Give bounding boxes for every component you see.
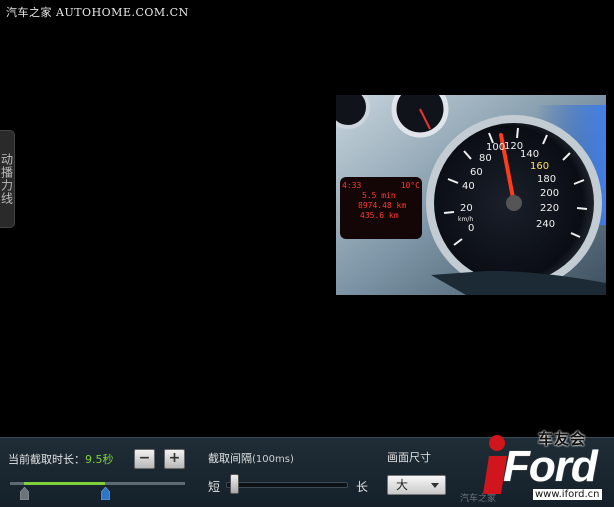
handle-start-icon xyxy=(20,487,29,500)
duration-value: 9.5秒 xyxy=(85,453,114,466)
speedo-tick: 80 xyxy=(479,153,492,164)
clip-range-fill xyxy=(24,482,105,485)
interval-slider-track[interactable] xyxy=(226,482,348,488)
interval-slider-thumb[interactable] xyxy=(229,474,239,494)
frame-size-value: 大 xyxy=(396,478,409,492)
speedo-tick: 140 xyxy=(520,149,540,160)
site-watermark: 汽车之家 AUTOHOME.COM.CN xyxy=(6,6,189,19)
lcd-display: 4:33 10°C 5.5 min 8974.48 km 435.6 km xyxy=(342,181,420,221)
frame-size-select[interactable]: 大 xyxy=(387,475,446,495)
iford-logo: 车友会 Ford www.iford.cn 汽车之家 xyxy=(460,425,614,507)
interval-unit: (100ms) xyxy=(252,454,294,465)
lcd-odometer: 8974.48 km xyxy=(358,201,407,210)
side-tab-label: 动播力线 xyxy=(0,153,14,205)
chevron-down-icon xyxy=(431,483,439,488)
clip-end-handle[interactable] xyxy=(100,487,110,500)
speedo-tick: 240 xyxy=(536,219,556,230)
logo-faint-watermark: 汽车之家 xyxy=(460,494,497,504)
lcd-temp: 10°C xyxy=(400,181,420,190)
interval-label-text: 截取间隔 xyxy=(208,452,252,465)
clip-start-handle[interactable] xyxy=(20,487,29,500)
speedo-tick: 40 xyxy=(462,181,475,192)
speedo-tick: 60 xyxy=(470,167,483,178)
interval-short-label: 短 xyxy=(208,480,221,494)
speedo-tick: 20 xyxy=(460,203,473,214)
logo-main-text: Ford xyxy=(503,442,598,491)
clip-range-track[interactable] xyxy=(10,482,185,485)
speedo-tick: 180 xyxy=(537,174,557,185)
side-tab[interactable]: 动播力线 xyxy=(0,130,15,228)
lcd-clock: 4:33 xyxy=(342,181,362,190)
speed-unit: km/h xyxy=(458,216,474,223)
frame-size-label: 画面尺寸 xyxy=(387,451,431,464)
duration-label-text: 当前截取时长： xyxy=(8,453,85,466)
duration-label: 当前截取时长：9.5秒 xyxy=(8,451,114,467)
speedo-tick: 0 xyxy=(468,223,475,234)
speedo-tick: 160 xyxy=(530,161,550,172)
interval-label: 截取间隔(100ms) xyxy=(208,450,294,466)
video-preview: 0 20 40 60 80 100 120 140 160 180 200 22… xyxy=(336,95,606,295)
lcd-trip: 435.6 km xyxy=(360,211,399,220)
increase-duration-button[interactable]: + xyxy=(164,449,185,469)
decrease-duration-button[interactable]: − xyxy=(134,449,155,469)
logo-url: www.iford.cn xyxy=(533,489,602,500)
speedo-tick: 100 xyxy=(486,142,506,153)
interval-long-label: 长 xyxy=(356,480,369,494)
handle-end-icon xyxy=(100,487,110,500)
speedo-tick: 220 xyxy=(540,203,560,214)
speedo-tick: 200 xyxy=(540,188,560,199)
lcd-line: 5.5 min xyxy=(362,191,396,200)
